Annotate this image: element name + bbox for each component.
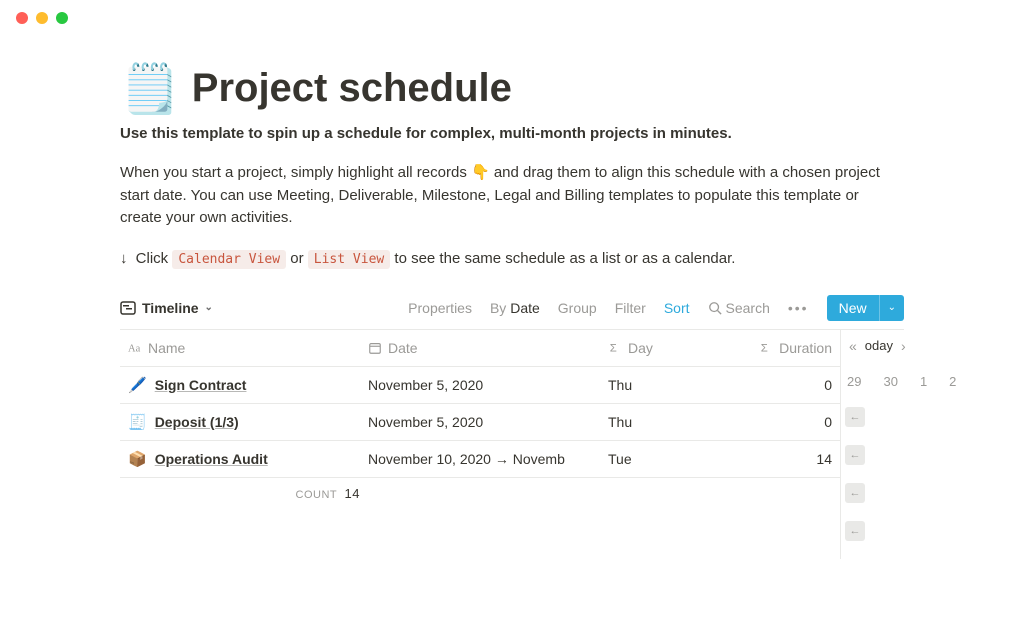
- row-icon: 🧾: [128, 413, 147, 431]
- column-header-day[interactable]: Σ Day: [600, 330, 710, 367]
- row-duration: 0: [710, 403, 840, 440]
- chevron-down-icon: ⌄: [205, 302, 213, 313]
- svg-text:Aa: Aa: [128, 343, 141, 354]
- calendar-icon: [368, 341, 382, 355]
- timeline-icon: [120, 300, 136, 316]
- table-row[interactable]: 🧾 Deposit (1/3) November 5, 2020 Thu 0: [120, 403, 840, 440]
- hint-or: or: [290, 250, 303, 267]
- scroll-to-item-button[interactable]: ←: [845, 445, 865, 465]
- search-button[interactable]: Search: [708, 300, 770, 316]
- window-minimize-button[interactable]: [36, 12, 48, 24]
- timeline-today-button[interactable]: oday: [865, 338, 893, 353]
- svg-text:Σ: Σ: [610, 342, 617, 354]
- row-date: November 5, 2020: [360, 403, 600, 440]
- column-header-date[interactable]: Date: [360, 330, 600, 367]
- column-header-name[interactable]: Aa Name: [120, 330, 360, 367]
- row-date: November 10, 2020 → Novemb: [360, 440, 600, 477]
- view-selector[interactable]: Timeline ⌄: [120, 300, 213, 316]
- window-close-button[interactable]: [16, 12, 28, 24]
- row-name[interactable]: Sign Contract: [155, 377, 247, 393]
- row-icon: 🖊️: [128, 376, 147, 394]
- row-duration: 14: [710, 440, 840, 477]
- hint-line: ↓ Click Calendar View or List View to se…: [120, 250, 904, 267]
- formula-icon: Σ: [759, 341, 773, 355]
- by-date-button[interactable]: By Date: [490, 300, 540, 316]
- page-icon[interactable]: 🗒️: [120, 60, 180, 117]
- row-name[interactable]: Deposit (1/3): [155, 414, 239, 430]
- page-description: When you start a project, simply highlig…: [120, 162, 904, 230]
- svg-text:Σ: Σ: [761, 342, 768, 354]
- arrow-down-icon: ↓: [120, 250, 128, 267]
- scroll-to-item-button[interactable]: ←: [845, 483, 865, 503]
- formula-icon: Σ: [608, 341, 622, 355]
- row-day: Thu: [600, 403, 710, 440]
- row-name[interactable]: Operations Audit: [155, 451, 268, 467]
- timeline-next-button[interactable]: ›: [901, 338, 906, 354]
- row-day: Tue: [600, 440, 710, 477]
- timeline-date: 2: [949, 374, 956, 389]
- group-button[interactable]: Group: [558, 300, 597, 316]
- table-row[interactable]: 📦 Operations Audit November 10, 2020 → No…: [120, 440, 840, 477]
- more-menu-button[interactable]: •••: [788, 300, 809, 316]
- database-toolbar: Timeline ⌄ Properties By Date Group Filt…: [120, 295, 904, 329]
- row-duration: 0: [710, 366, 840, 403]
- hint-text: Click: [136, 250, 169, 267]
- text-icon: Aa: [128, 341, 142, 355]
- new-dropdown-button[interactable]: ⌄: [879, 295, 904, 321]
- page-subtitle: Use this template to spin up a schedule …: [120, 125, 904, 142]
- page-title[interactable]: Project schedule: [192, 66, 512, 111]
- timeline-date: 1: [920, 374, 927, 389]
- window-controls: [0, 0, 1024, 36]
- scroll-to-item-button[interactable]: ←: [845, 521, 865, 541]
- filter-button[interactable]: Filter: [615, 300, 646, 316]
- view-name: Timeline: [142, 300, 199, 316]
- count-label: COUNT 14: [128, 486, 368, 501]
- timeline-prev-button[interactable]: «: [849, 338, 857, 354]
- timeline-date: 30: [883, 374, 897, 389]
- table-row[interactable]: 🖊️ Sign Contract November 5, 2020 Thu 0: [120, 366, 840, 403]
- code-calendar-view: Calendar View: [172, 250, 286, 269]
- new-button[interactable]: New: [827, 295, 879, 321]
- sort-button[interactable]: Sort: [664, 300, 690, 316]
- code-list-view: List View: [308, 250, 390, 269]
- search-icon: [708, 301, 722, 315]
- scroll-to-item-button[interactable]: ←: [845, 407, 865, 427]
- timeline-date: 29: [847, 374, 861, 389]
- column-header-duration[interactable]: Σ Duration: [710, 330, 840, 367]
- row-day: Thu: [600, 366, 710, 403]
- timeline-panel: « oday › 29 30 1 2 ← ← ← ←: [840, 330, 962, 559]
- schedule-table: Aa Name Date: [120, 330, 840, 478]
- properties-button[interactable]: Properties: [408, 300, 472, 316]
- row-icon: 📦: [128, 450, 147, 468]
- row-date: November 5, 2020: [360, 366, 600, 403]
- hint-suffix: to see the same schedule as a list or as…: [394, 250, 735, 267]
- window-maximize-button[interactable]: [56, 12, 68, 24]
